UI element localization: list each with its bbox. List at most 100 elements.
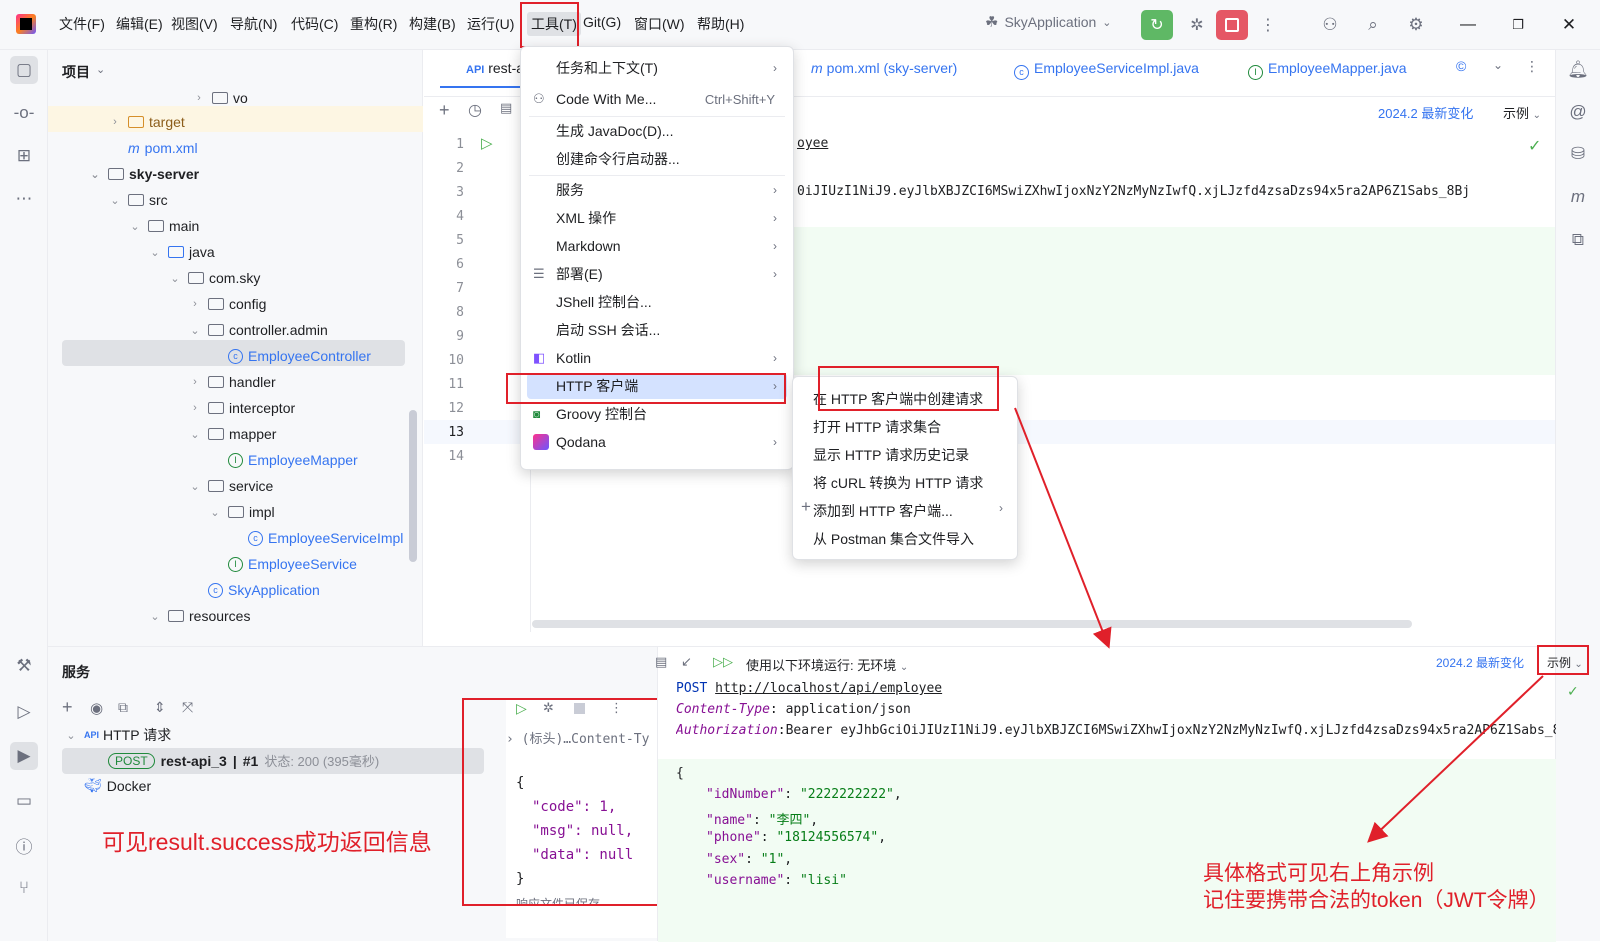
menu-item-kotlin[interactable]: ◧ Kotlin › xyxy=(521,345,793,371)
editor-more-icon[interactable]: ⋮ xyxy=(1525,58,1539,75)
whats-new-link[interactable]: 2024.2 最新变化 xyxy=(1436,654,1524,671)
tree-item-handler[interactable]: › handler xyxy=(188,370,276,394)
tree-item-main[interactable]: ⌄ main xyxy=(128,214,199,238)
example-dropdown[interactable]: 示例 ⌄ xyxy=(1503,103,1541,122)
git-icon[interactable]: ⑂ xyxy=(10,874,38,902)
expand-all-icon[interactable]: ⇕ xyxy=(154,699,166,716)
run-icon[interactable]: ▷ xyxy=(10,698,38,726)
tree-item-src[interactable]: ⌄ src xyxy=(108,188,167,212)
tree-item-resources[interactable]: ⌄ resources xyxy=(148,604,250,628)
tree-item-employee-service[interactable]: I EmployeeService xyxy=(228,552,357,576)
tab-overflow-icon[interactable]: © xyxy=(1456,58,1466,74)
more-tools-icon[interactable]: ⋯ xyxy=(10,185,38,213)
scrollbar[interactable] xyxy=(409,410,417,562)
commit-icon[interactable]: -o- xyxy=(10,99,38,127)
notifications-icon[interactable]: 🔔︎ xyxy=(1564,56,1592,84)
chevron-down-icon[interactable]: ⌄ xyxy=(96,63,105,76)
menu-refactor[interactable]: 重构(R) xyxy=(350,14,397,34)
tree-item-vo[interactable]: › vo xyxy=(192,86,248,110)
whats-new-link[interactable]: 2024.2 最新变化 xyxy=(1378,103,1473,122)
project-title[interactable]: 项目 xyxy=(62,62,90,82)
tab-pom[interactable]: m pom.xml (sky-server) xyxy=(811,60,957,76)
tree-item-com-sky[interactable]: ⌄ com.sky xyxy=(168,266,260,290)
submenu-convert-curl[interactable]: 将 cURL 转换为 HTTP 请求 xyxy=(813,473,983,493)
services-icon[interactable]: ▶ xyxy=(10,742,38,770)
run-request-icon[interactable]: ▷ xyxy=(481,134,493,152)
add-service-icon[interactable]: + xyxy=(62,697,73,718)
tree-item-employee-mapper[interactable]: I EmployeeMapper xyxy=(228,448,358,472)
tree-item-service[interactable]: ⌄ service xyxy=(188,474,273,498)
menu-edit[interactable]: 编辑(E) xyxy=(116,14,163,34)
tree-item-sky-application[interactable]: c SkyApplication xyxy=(208,578,320,602)
app-logo-icon[interactable] xyxy=(16,14,36,34)
user-icon[interactable]: ⚇ xyxy=(1317,12,1343,38)
run-all-icon[interactable]: ▷▷ xyxy=(713,654,733,670)
eye-icon[interactable]: ◉ xyxy=(90,699,103,717)
history-icon[interactable]: ◷ xyxy=(468,100,482,120)
horizontal-scrollbar[interactable] xyxy=(532,620,1412,628)
submenu-import-postman[interactable]: 从 Postman 集合文件导入 xyxy=(813,529,974,549)
tree-item-config[interactable]: › config xyxy=(188,292,266,316)
tab-list-icon[interactable]: ⌄ xyxy=(1493,58,1503,72)
problems-icon[interactable]: ⓘ xyxy=(10,831,38,859)
menu-item-markdown[interactable]: Markdown › xyxy=(521,233,793,259)
settings-icon[interactable]: ⚙ xyxy=(1403,12,1429,38)
structure-icon[interactable]: ⊞ xyxy=(10,142,38,170)
tree-item-target[interactable]: › target xyxy=(108,110,185,134)
submenu-show-history[interactable]: 显示 HTTP 请求历史记录 xyxy=(813,445,969,465)
menu-window[interactable]: 窗口(W) xyxy=(634,14,685,34)
endpoints-icon[interactable]: ⧉ xyxy=(1564,226,1592,254)
search-icon[interactable]: ⌕ xyxy=(1360,12,1386,38)
menu-navigate[interactable]: 导航(N) xyxy=(230,14,277,34)
database-icon[interactable]: ⛁ xyxy=(1564,140,1592,168)
menu-git[interactable]: Git(G) xyxy=(583,14,621,30)
rerun-button[interactable]: ↻ xyxy=(1141,10,1173,40)
menu-item-services[interactable]: 服务 › xyxy=(521,177,793,203)
tree-item-controller-admin[interactable]: ⌄ controller.admin xyxy=(188,318,327,342)
menu-item-deploy[interactable]: ☰ 部署(E) › xyxy=(521,261,793,287)
menu-item-groovy[interactable]: ◙ Groovy 控制台 xyxy=(521,401,793,427)
submenu-add-to-client[interactable]: 添加到 HTTP 客户端... xyxy=(813,501,953,521)
tree-item-interceptor[interactable]: › interceptor xyxy=(188,396,295,420)
menu-item-jshell[interactable]: JShell 控制台... xyxy=(521,289,793,315)
menu-item-qodana[interactable]: Qodana › xyxy=(521,429,793,455)
submenu-open-collection[interactable]: 打开 HTTP 请求集合 xyxy=(813,417,941,437)
menu-item-ssh[interactable]: 启动 SSH 会话... xyxy=(521,317,793,343)
menu-code[interactable]: 代码(C) xyxy=(291,14,338,34)
stop-button[interactable] xyxy=(1216,10,1248,40)
menu-item-xml[interactable]: XML 操作 › xyxy=(521,205,793,231)
new-tab-icon[interactable]: ⧉ xyxy=(118,699,128,716)
add-request-icon[interactable]: + xyxy=(439,100,450,121)
menu-item-javadoc[interactable]: 生成 JavaDoc(D)... xyxy=(521,118,793,144)
tab-employee-mapper[interactable]: I EmployeeMapper.java xyxy=(1248,60,1407,80)
debug-icon[interactable]: ✲ xyxy=(1184,12,1210,38)
collapse-all-icon[interactable]: ⤧ xyxy=(182,699,193,716)
tree-item-impl[interactable]: ⌄ impl xyxy=(208,500,274,524)
menu-item-cli-launcher[interactable]: 创建命令行启动器... xyxy=(521,146,793,172)
menu-help[interactable]: 帮助(H) xyxy=(697,14,744,34)
maven-icon[interactable]: m xyxy=(1564,183,1592,211)
minimize-icon[interactable]: — xyxy=(1455,12,1481,38)
convert-icon[interactable]: ↙ xyxy=(681,654,692,670)
tab-rest-api[interactable]: API rest-a xyxy=(466,60,524,76)
run-config-selector[interactable]: ☘ SkyApplication ⌄ xyxy=(985,13,1112,31)
collection-icon[interactable]: ▤ xyxy=(500,100,512,116)
tree-item-employee-service-impl[interactable]: c EmployeeServiceImpl xyxy=(248,526,403,550)
tab-employee-service-impl[interactable]: c EmployeeServiceImpl.java xyxy=(1014,60,1199,80)
menu-run[interactable]: 运行(U) xyxy=(467,14,514,34)
menu-item-tasks[interactable]: 任务和上下文(T) › xyxy=(521,55,793,81)
menu-build[interactable]: 构建(B) xyxy=(409,14,456,34)
menu-view[interactable]: 视图(V) xyxy=(171,14,218,34)
ai-assistant-icon[interactable]: @ xyxy=(1564,98,1592,126)
env-selector[interactable]: 使用以下环境运行: 无环境 ⌄ xyxy=(746,655,908,674)
build-icon[interactable]: ⚒ xyxy=(10,652,38,680)
tree-item-employee-controller[interactable]: c EmployeeController xyxy=(228,344,371,368)
terminal-icon[interactable]: ▭ xyxy=(10,787,38,815)
tree-item-java[interactable]: ⌄ java xyxy=(148,240,214,264)
folder-icon[interactable]: ▢ xyxy=(10,56,38,84)
more-actions-icon[interactable]: ⋮ xyxy=(1258,12,1278,38)
restore-icon[interactable]: ❐ xyxy=(1505,12,1531,38)
copy-icon[interactable]: ▤ xyxy=(655,654,667,670)
close-icon[interactable]: ✕ xyxy=(1556,12,1582,38)
menu-item-code-with-me[interactable]: ⚇ Code With Me... Ctrl+Shift+Y xyxy=(521,86,793,112)
